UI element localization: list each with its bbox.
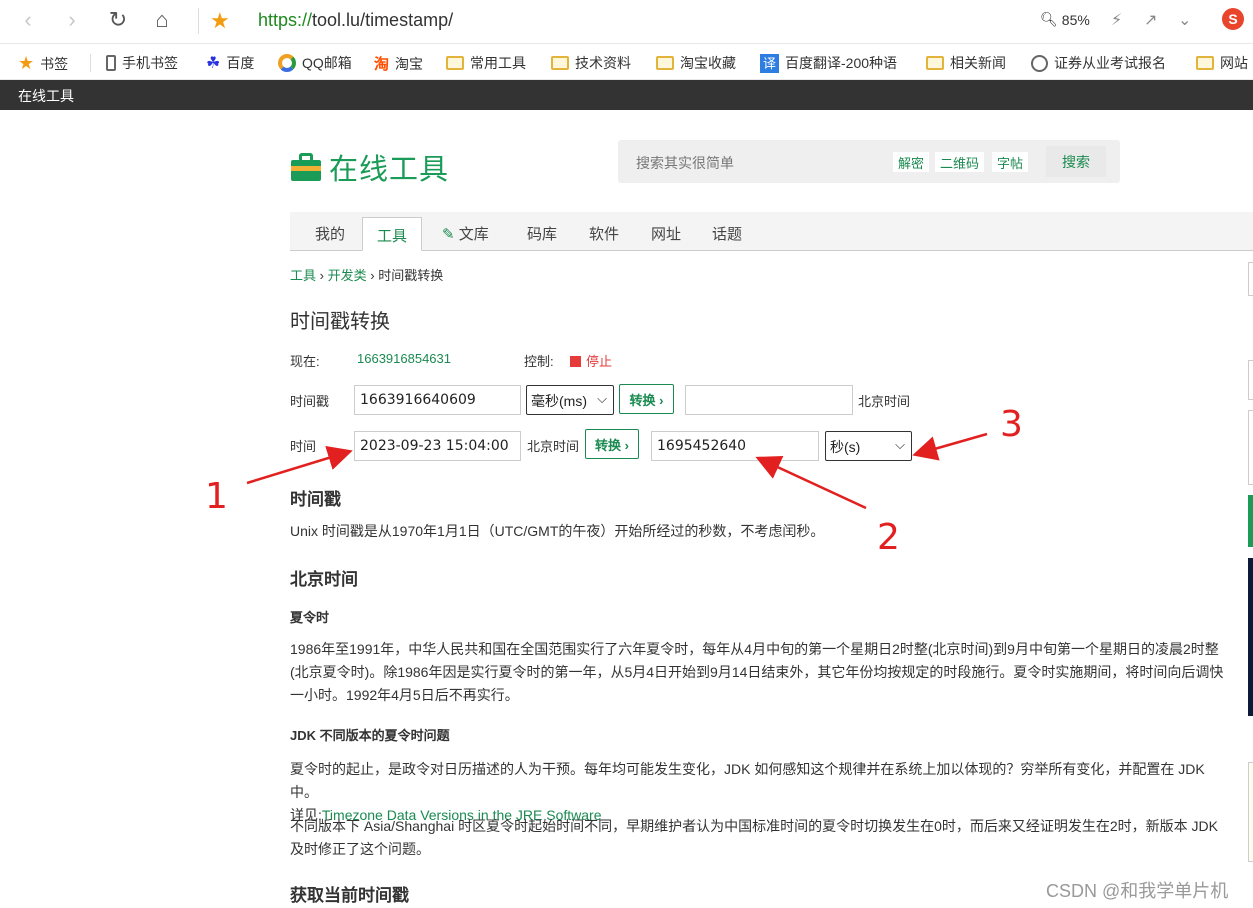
heading-get-now: 获取当前时间戳 xyxy=(290,886,409,905)
annotation-number-1: 1 xyxy=(205,476,228,517)
para-timestamp: Unix 时间戳是从1970年1月1日（UTC/GMT的午夜）开始所经过的秒数，… xyxy=(290,523,825,539)
annotation-arrow-2 xyxy=(755,456,867,510)
heading-dst: 夏令时 xyxy=(290,610,330,625)
para-jdk-text: 夏令时的起止，是政令对日历描述的人为干预。每年均可能发生变化，JDK 如何感知这… xyxy=(290,761,1205,800)
para-shanghai: 不同版本下 Asia/Shanghai 时区夏令时起始时间不同，早期维护者认为中… xyxy=(290,818,1218,857)
side-panel-fragment xyxy=(1248,262,1253,296)
side-ad-navy[interactable] xyxy=(1248,558,1253,716)
watermark: CSDN @和我学单片机 xyxy=(1046,881,1229,901)
annotation-number-3: 3 xyxy=(1000,404,1023,445)
annotation-arrow-3 xyxy=(912,432,988,461)
heading-beijing-time: 北京时间 xyxy=(290,570,358,589)
heading-timestamp: 时间戳 xyxy=(290,490,341,509)
side-panel-fragment xyxy=(1248,360,1253,400)
side-ad-green[interactable] xyxy=(1248,495,1253,547)
side-panel-fragment xyxy=(1248,410,1253,485)
para-dst: 1986年至1991年，中华人民共和国在全国范围实行了六年夏令时，每年从4月中旬… xyxy=(290,641,1224,703)
side-panel-fragment xyxy=(1248,762,1253,862)
annotation-arrow-1 xyxy=(246,445,353,485)
heading-jdk-dst: JDK 不同版本的夏令时问题 xyxy=(290,728,450,743)
